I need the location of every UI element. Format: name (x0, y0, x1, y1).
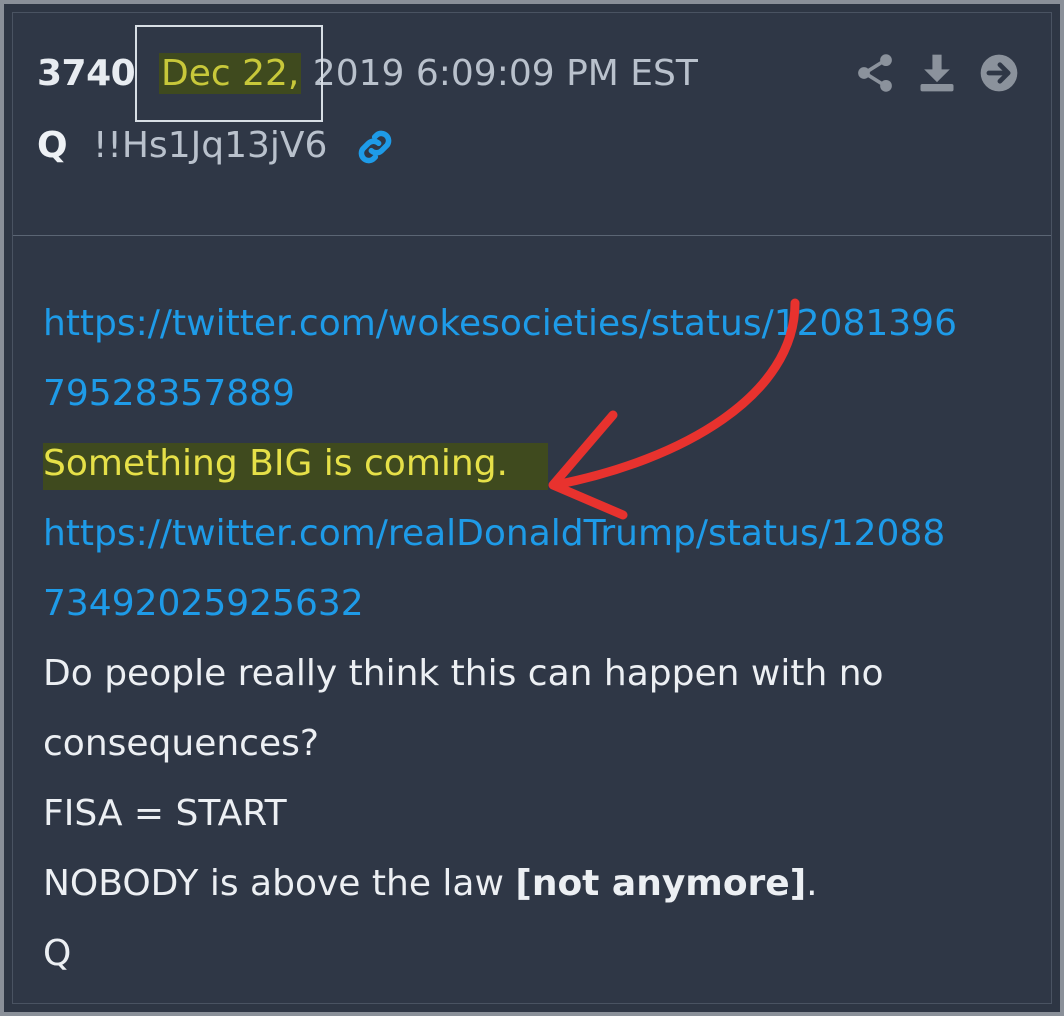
post-header: 3740 Dec 22, 2019 6:09:09 PM EST Q !!Hs1… (13, 13, 1051, 236)
nobody-text: NOBODY is above the law (43, 863, 516, 904)
share-icon[interactable] (853, 51, 897, 95)
question-text-cont: consequences? (43, 723, 319, 764)
nobody-suffix: . (806, 863, 818, 904)
tweet-link-1-cont[interactable]: 79528357889 (43, 373, 295, 414)
tripcode: !!Hs1Jq13jV6 (93, 125, 328, 166)
question-text: Do people really think this can happen w… (43, 653, 884, 694)
nobody-bold-text: [not anymore] (515, 863, 807, 904)
fisa-text: FISA = START (43, 793, 287, 834)
date-rest: 2019 6:09:09 PM EST (301, 53, 698, 94)
post-number[interactable]: 3740 (37, 53, 136, 94)
highlighted-text: Something BIG is coming. (43, 443, 548, 490)
tweet-link-1[interactable]: https://twitter.com/wokesocieties/status… (43, 303, 957, 344)
tweet-link-2-cont[interactable]: 73492025925632 (43, 583, 364, 624)
post-card: 3740 Dec 22, 2019 6:09:09 PM EST Q !!Hs1… (12, 12, 1052, 1004)
date-annotation-box (135, 25, 323, 122)
link-icon[interactable] (353, 125, 397, 169)
screenshot-frame: 3740 Dec 22, 2019 6:09:09 PM EST Q !!Hs1… (0, 0, 1064, 1016)
post-body: https://twitter.com/wokesocieties/status… (43, 289, 1031, 989)
author-name: Q (37, 125, 68, 166)
tweet-link-2[interactable]: https://twitter.com/realDonaldTrump/stat… (43, 513, 945, 554)
arrow-right-circle-icon[interactable] (977, 51, 1021, 95)
download-icon[interactable] (915, 51, 959, 95)
signature: Q (43, 933, 72, 974)
post-actions (853, 51, 1021, 95)
